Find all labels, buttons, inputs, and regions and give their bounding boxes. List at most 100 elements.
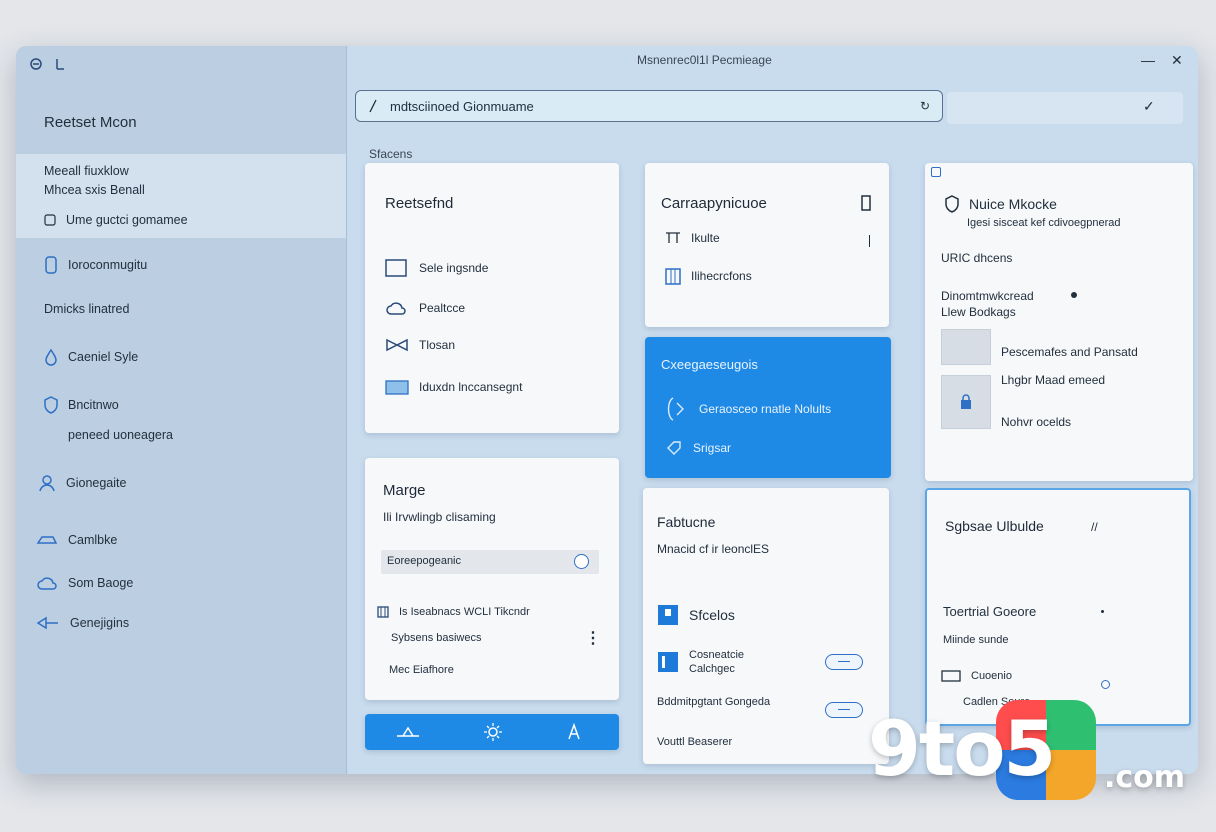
- list-item[interactable]: Cuoenio: [941, 670, 1012, 682]
- lock-icon: [960, 394, 972, 415]
- card-icon: [941, 670, 961, 682]
- sidebar-item-5[interactable]: Gionegaite: [38, 474, 126, 492]
- sidebar-item-highlight-sub[interactable]: Ume guctci gomamee: [44, 213, 188, 227]
- title-bar: Msnenrec0l1l Pecmieage — ✕: [347, 46, 1198, 76]
- document-icon: [657, 604, 679, 626]
- status-dot: [1101, 610, 1104, 613]
- card-title: Fabtucne: [657, 514, 716, 530]
- list-item[interactable]: Is Iseabnacs WCLI Tikcndr: [377, 606, 530, 618]
- cloud-icon: [385, 299, 409, 317]
- list-item: Pescemafes and Pansatd: [1001, 345, 1138, 359]
- pin-icon: [931, 167, 941, 177]
- close-icon[interactable]: ✕: [1171, 52, 1183, 69]
- list-item: Bddmitpgtant Gongeda: [657, 696, 771, 708]
- menu-icon[interactable]: [52, 56, 68, 72]
- list-item: Sybsens basiwecs: [391, 632, 482, 644]
- option-field-label: Eoreepogeanic: [387, 555, 462, 567]
- sidebar-item-label: Dmicks linatred: [44, 302, 130, 316]
- sidebar-item-8[interactable]: Genejigins: [36, 616, 129, 630]
- sidebar-item-4[interactable]: Bncitnwo: [44, 396, 119, 414]
- app-window: Reetset Mcon Meeall fiuxklow Mhcea sxis …: [16, 46, 1198, 774]
- main-area: Msnenrec0l1l Pecmieage — ✕ ↻ ✓ Sfacens R…: [347, 46, 1198, 774]
- check-icon[interactable]: ✓: [1143, 98, 1155, 115]
- clear-icon[interactable]: ↻: [920, 99, 930, 113]
- sidebar-item-label: Camlbke: [68, 533, 118, 547]
- search-input[interactable]: [388, 97, 912, 115]
- watermark-suffix: .com: [1104, 760, 1186, 795]
- list-item[interactable]: Ikulte: [665, 231, 720, 245]
- user-icon: [38, 474, 56, 492]
- phone-icon: [44, 256, 58, 274]
- car-icon: [36, 532, 58, 548]
- card-campaign: Carraapynicuoe Ikulte Ilihecrcfons: [645, 163, 889, 327]
- watermark-brand: 9to5: [868, 704, 1056, 793]
- sidebar-highlight-line1: Meeall fiuxklow: [44, 164, 129, 178]
- sidebar-item-label: Gionegaite: [66, 476, 127, 490]
- list-item[interactable]: Geraosceo rnatle Nolults: [663, 395, 831, 423]
- card-subtitle: Ili Irvwlingb clisaming: [383, 510, 496, 524]
- tray-icon[interactable]: [395, 724, 421, 745]
- list-item: Miinde sunde: [943, 634, 1009, 646]
- list-item[interactable]: Ilihecrcfons: [665, 267, 752, 285]
- list-item[interactable]: Pealtcce: [385, 299, 465, 317]
- card-line2: Llew Bodkags: [941, 305, 1016, 319]
- list-item: Vouttl Beaserer: [657, 736, 733, 748]
- sidebar-item-3[interactable]: Caeniel Syle: [44, 348, 138, 366]
- columns-icon: [665, 267, 681, 285]
- sidebar-title: Reetset Mcon: [44, 114, 137, 131]
- table-icon: [665, 231, 681, 245]
- card-title: Sgbsae Ulbulde: [945, 518, 1044, 534]
- sidebar-item-label: Ioroconmugitu: [68, 258, 148, 272]
- card-title: Marge: [383, 482, 426, 499]
- list-item[interactable]: Sele ingsnde: [385, 259, 488, 277]
- toggle-switch[interactable]: [825, 654, 863, 670]
- list-item[interactable]: Iduxdn lnccansegnt: [385, 379, 522, 395]
- search-icon: [368, 99, 380, 113]
- square-icon: [44, 214, 56, 226]
- back-icon[interactable]: [28, 56, 44, 72]
- sidebar-item-label: Ume guctci gomamee: [66, 213, 188, 227]
- sidebar-item-6[interactable]: Camlbke: [36, 532, 117, 548]
- card-meta: URIC dhcens: [941, 251, 1013, 265]
- thumbnail[interactable]: [941, 375, 991, 429]
- toggle-switch[interactable]: [825, 702, 863, 718]
- search-bar[interactable]: ↻: [355, 90, 943, 122]
- sidebar-item-2[interactable]: Dmicks linatred: [44, 302, 129, 316]
- list-item[interactable]: Tlosan: [385, 338, 455, 352]
- option-field[interactable]: Eoreepogeanic: [381, 550, 599, 574]
- radio-button[interactable]: [574, 554, 589, 569]
- sidebar-item-label: Bncitnwo: [68, 398, 119, 412]
- sidebar-item-1[interactable]: Ioroconmugitu: [44, 256, 147, 274]
- sidebar-toolbar: [28, 56, 68, 72]
- list-item: Lhgbr Maad emeed: [1001, 373, 1106, 387]
- card-title: Nuice Mkocke: [969, 196, 1057, 212]
- list-item[interactable]: Srigsar: [665, 439, 731, 457]
- bookmark-icon[interactable]: [861, 195, 871, 216]
- sidebar: Reetset Mcon Meeall fiuxklow Mhcea sxis …: [16, 46, 347, 774]
- bowtie-icon: [385, 338, 409, 352]
- sidebar-item-label: Genejigins: [70, 616, 130, 630]
- more-icon[interactable]: ⋮: [585, 628, 601, 648]
- status-dot: [1071, 292, 1077, 298]
- list-item: Mec Eiafhore: [389, 664, 454, 676]
- sidebar-item-label: Caeniel Syle: [68, 350, 139, 364]
- watermark: 9to5 .com: [868, 700, 1198, 810]
- sun-icon[interactable]: [483, 722, 503, 747]
- section-label: Sfacens: [369, 147, 413, 161]
- list-item: Toertrial Goeore: [943, 604, 1037, 619]
- list-item[interactable]: Cosneatcie Calchgec: [657, 648, 744, 676]
- sidebar-item-sub: peneed uoneagera: [68, 428, 173, 442]
- card-subtitle: Igesi sisceat kef cdivoegpnerad: [967, 217, 1121, 229]
- edit-icon[interactable]: //: [1091, 520, 1098, 534]
- divider: [869, 235, 870, 247]
- radio-button[interactable]: [1101, 680, 1110, 689]
- window-icon: [385, 259, 409, 277]
- minimize-icon[interactable]: —: [1141, 52, 1155, 68]
- sidebar-item-label: Som Baoge: [68, 576, 134, 590]
- thumbnail[interactable]: [941, 329, 991, 365]
- person-icon[interactable]: [565, 722, 583, 746]
- card-subtitle: Mnacid cf ir leonclES: [657, 542, 770, 556]
- card-notice: Nuice Mkocke Igesi sisceat kef cdivoegpn…: [925, 163, 1193, 481]
- sidebar-item-7[interactable]: Som Baoge: [36, 574, 133, 592]
- window-title: Msnenrec0l1l Pecmieage: [637, 53, 772, 67]
